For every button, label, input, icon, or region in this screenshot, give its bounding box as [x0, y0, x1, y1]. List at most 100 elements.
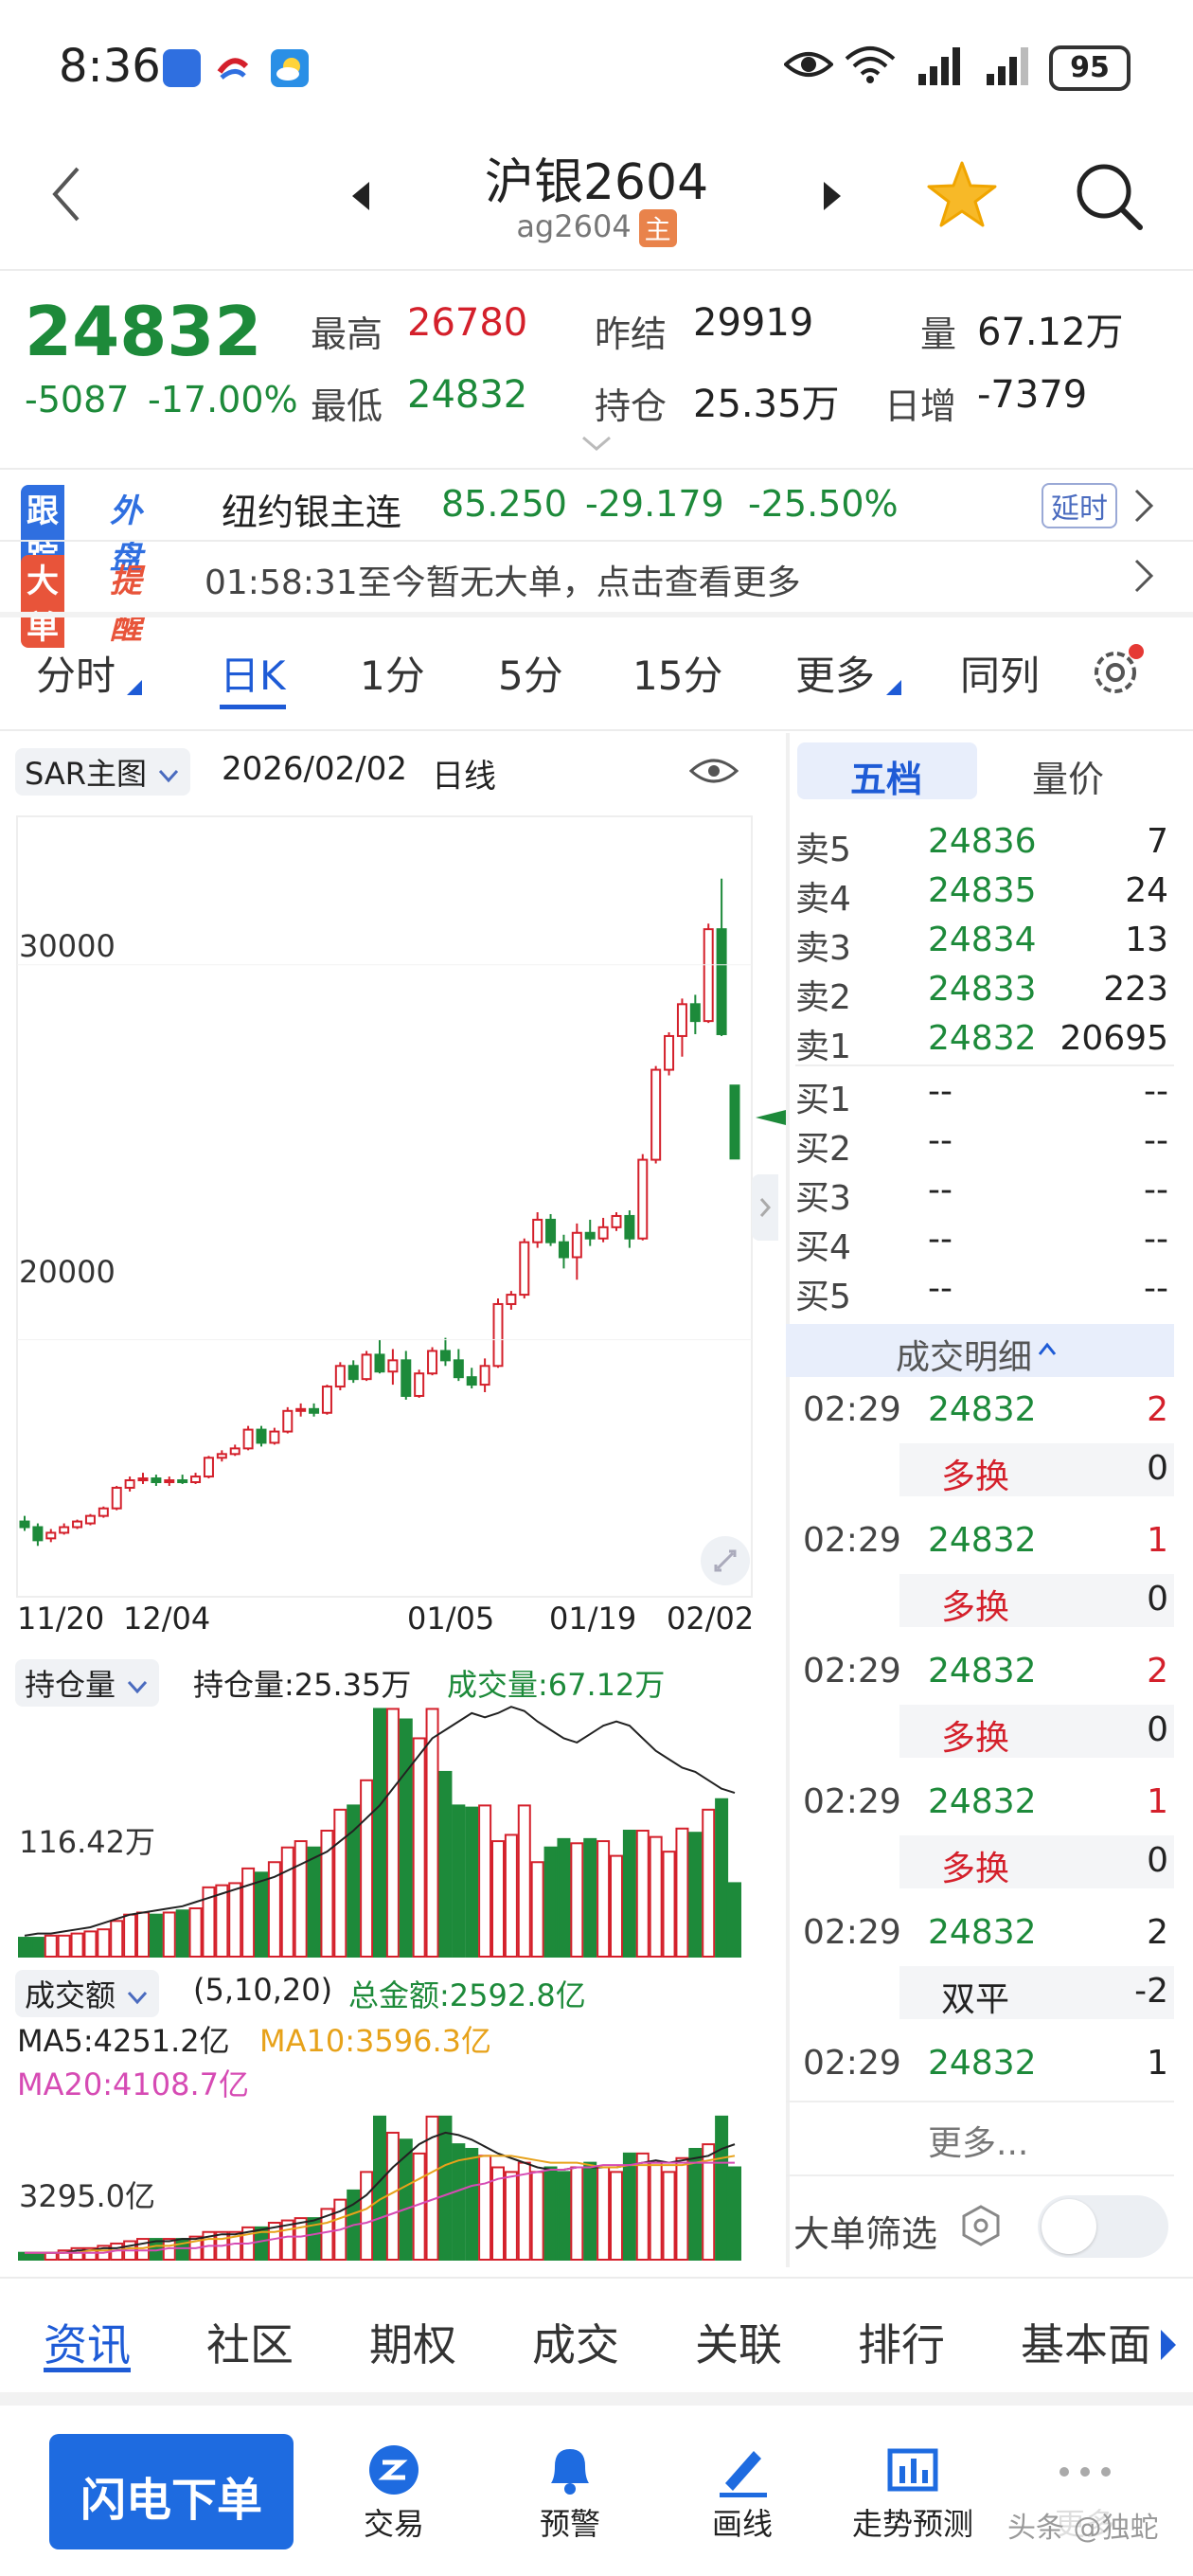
- amount-panel-selector[interactable]: 成交额: [15, 1970, 160, 2017]
- level-label: 卖3: [795, 929, 851, 968]
- trade-type: 双平: [941, 1980, 1010, 2019]
- orderbook-divider: [786, 733, 790, 2267]
- orderbook-row[interactable]: 买4 -- --: [795, 1220, 1174, 1269]
- orderbook-row[interactable]: 买3 -- --: [795, 1171, 1174, 1220]
- fullscreen-icon[interactable]: [701, 1536, 750, 1585]
- candle-body: [584, 1231, 596, 1240]
- candle-body: [229, 1447, 240, 1456]
- nav-alert[interactable]: 预警: [494, 2500, 646, 2544]
- level-label: 买4: [795, 1228, 851, 1267]
- tab-ranking[interactable]: 排行: [858, 2311, 945, 2373]
- amount-bar: [675, 2156, 689, 2261]
- trade-type-row: 多换 0: [899, 1835, 1174, 1888]
- oi-bar: [255, 1871, 268, 1959]
- level-price: 24834: [928, 921, 1037, 959]
- oi-bar: [425, 1708, 439, 1959]
- orderbook-row[interactable]: 买2 -- --: [795, 1121, 1174, 1171]
- forecast-icon[interactable]: [882, 2442, 943, 2502]
- alert-bell-icon[interactable]: [540, 2442, 600, 2502]
- nav-trade[interactable]: 交易: [318, 2500, 470, 2544]
- trade-volume: 2: [1147, 1390, 1168, 1429]
- collapse-panel-tab[interactable]: [752, 1174, 778, 1241]
- oi-bar: [570, 1842, 584, 1959]
- oi-bar: [373, 1708, 386, 1959]
- candle-body: [361, 1353, 372, 1381]
- orderbook-row[interactable]: 买5 -- --: [795, 1269, 1174, 1318]
- candle-body: [676, 1003, 687, 1037]
- candle-body: [439, 1350, 451, 1362]
- amount-bar: [373, 2115, 386, 2261]
- orderbook-row[interactable]: 卖4 24835 24: [795, 871, 1174, 921]
- trade-oi-change: -2: [1134, 1972, 1168, 2011]
- tab-news[interactable]: 资讯: [44, 2311, 131, 2373]
- trade-row: 02:29 24832 2: [795, 1652, 1174, 1701]
- candle-body: [492, 1302, 504, 1368]
- big-filter-toggle[interactable]: [1038, 2195, 1168, 2258]
- tab-community[interactable]: 社区: [206, 2311, 294, 2373]
- nav-forecast[interactable]: 走势预测: [837, 2500, 988, 2544]
- orderbook-row[interactable]: 卖2 24833 223: [795, 970, 1174, 1019]
- x-tick-label: 12/04: [123, 1601, 211, 1637]
- amount-bar: [557, 2171, 571, 2261]
- amount-bar: [399, 2138, 413, 2261]
- oi-bar: [635, 1830, 650, 1958]
- oi-bar: [44, 1934, 58, 1959]
- tab-volume-price[interactable]: 量价: [1032, 750, 1104, 802]
- oi-panel-selector[interactable]: 持仓量: [15, 1659, 160, 1707]
- filter-settings-icon[interactable]: [958, 2203, 1004, 2252]
- trade-volume: 1: [1147, 2044, 1168, 2083]
- candle-body: [164, 1479, 175, 1484]
- big-filter-label: 大单筛选: [793, 2213, 938, 2255]
- tab-deals[interactable]: 成交: [532, 2311, 619, 2373]
- trade-detail-header[interactable]: 成交明细: [786, 1324, 1174, 1377]
- candle-body: [414, 1372, 425, 1397]
- orderbook-row[interactable]: 买1 -- --: [795, 1072, 1174, 1121]
- trade-type-row: 双平 -2: [899, 1966, 1174, 2019]
- orderbook-row[interactable]: 卖5 24836 7: [795, 822, 1174, 871]
- trade-price: 24832: [928, 1390, 1037, 1429]
- oi-bar: [596, 1840, 611, 1959]
- oi-bar: [662, 1851, 676, 1958]
- candle-body: [545, 1218, 557, 1243]
- candle-body: [124, 1479, 135, 1489]
- trade-more-link[interactable]: 更多...: [928, 2116, 1028, 2165]
- trade-price: 24832: [928, 1521, 1037, 1560]
- candle-body: [453, 1359, 464, 1379]
- oi-bar: [110, 1920, 124, 1958]
- trade-row: 02:29 24832 1: [795, 1782, 1174, 1832]
- draw-line-icon[interactable]: [712, 2442, 773, 2502]
- tab-related[interactable]: 关联: [695, 2311, 782, 2373]
- trade-icon[interactable]: [364, 2442, 424, 2502]
- tab-five-levels[interactable]: 五档: [797, 742, 977, 800]
- amount-bar: [635, 2152, 650, 2261]
- level-volume: 24: [1125, 871, 1168, 910]
- candle-body: [374, 1353, 385, 1373]
- current-price-marker: [756, 1110, 786, 1125]
- oi-bar: [399, 1718, 413, 1959]
- candle-body: [84, 1514, 96, 1525]
- tab-fundamentals[interactable]: 基本面: [1021, 2311, 1151, 2373]
- more-dots-icon[interactable]: [1057, 2462, 1113, 2485]
- trade-time: 02:29: [803, 1521, 901, 1560]
- candle-body: [637, 1158, 649, 1240]
- orderbook-row[interactable]: 卖1 24832 20695: [795, 1019, 1174, 1068]
- level-volume: --: [1144, 1269, 1168, 1308]
- flash-order-button[interactable]: 闪电下单: [49, 2434, 294, 2549]
- tab-options[interactable]: 期权: [369, 2311, 456, 2373]
- level-label: 卖2: [795, 978, 851, 1017]
- trade-oi-change: 0: [1147, 1580, 1168, 1619]
- trade-oi-change: 0: [1147, 1710, 1168, 1749]
- amount-bar: [360, 2171, 374, 2261]
- orderbook-row[interactable]: 卖3 24834 13: [795, 921, 1174, 970]
- flash-order-label: 闪电下单: [80, 2474, 262, 2527]
- level-label: 买2: [795, 1130, 851, 1169]
- tabs-scroll-right-icon[interactable]: [1157, 2326, 1180, 2368]
- y-axis-ticks: [17, 964, 752, 1341]
- oi-panel-volume: 成交量:67.12万: [447, 1667, 666, 1703]
- candle-body: [59, 1526, 70, 1534]
- candle-body: [532, 1218, 543, 1243]
- nav-draw[interactable]: 画线: [667, 2500, 818, 2544]
- trade-price: 24832: [928, 2044, 1037, 2083]
- candle-body: [190, 1476, 202, 1483]
- oi-bar: [228, 1882, 242, 1958]
